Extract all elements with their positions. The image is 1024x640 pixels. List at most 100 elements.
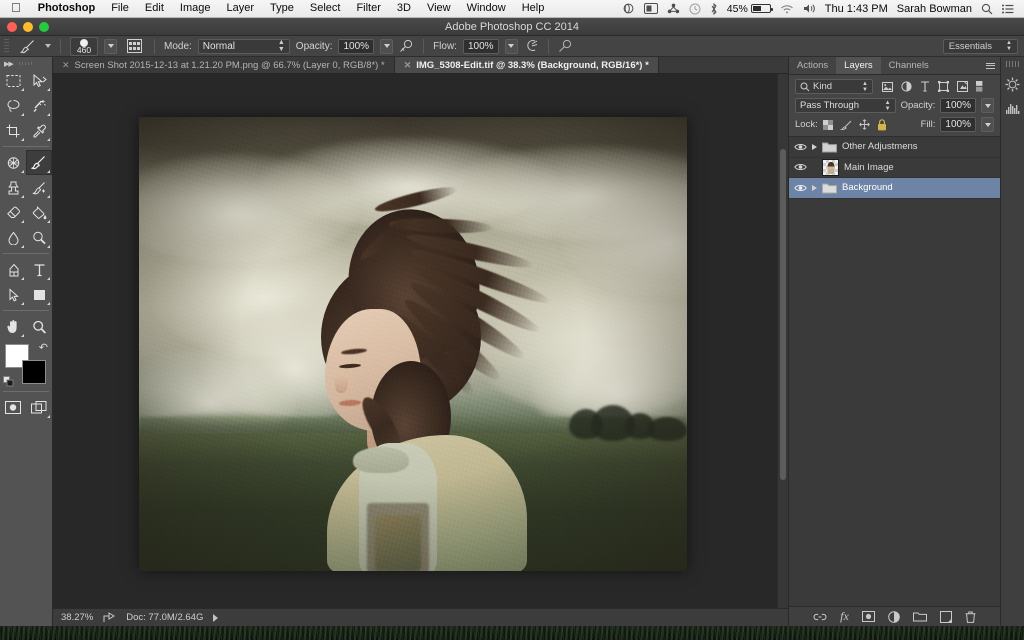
default-colors-icon[interactable] (3, 376, 14, 387)
document-tab-screenshot[interactable]: ✕ Screen Shot 2015-12-13 at 1.21.20 PM.p… (53, 57, 395, 73)
airbrush-icon[interactable] (524, 39, 539, 53)
magnifier-tool[interactable] (26, 314, 52, 339)
close-icon[interactable]: ✕ (404, 60, 412, 71)
menu-layer[interactable]: Layer (218, 0, 262, 17)
table-row[interactable]: Main Image (789, 158, 1000, 178)
magic-wand-tool[interactable] (26, 93, 52, 118)
display-icon[interactable] (643, 3, 658, 14)
add-layer-mask-icon[interactable] (861, 611, 875, 622)
marquee-tool[interactable] (0, 68, 26, 93)
spotlight-search-icon[interactable] (981, 3, 993, 15)
wifi-icon[interactable] (780, 4, 794, 14)
filter-toggle-icon[interactable] (976, 81, 983, 92)
history-brush-tool[interactable] (26, 175, 52, 200)
histogram-panel-icon[interactable] (1005, 102, 1020, 115)
swap-colors-icon[interactable]: ↶ (39, 341, 48, 354)
brush-tool[interactable] (26, 150, 52, 175)
document-canvas[interactable] (139, 117, 687, 571)
bluetooth-icon[interactable] (710, 2, 718, 15)
filter-type-layers-icon[interactable] (920, 81, 930, 92)
spot-healing-tool[interactable] (0, 150, 26, 175)
menu-image[interactable]: Image (172, 0, 219, 17)
volume-icon[interactable] (803, 3, 816, 14)
options-bar-grip[interactable] (4, 38, 9, 54)
brush-tool-preset-chevron-icon[interactable] (45, 44, 51, 48)
link-layers-icon[interactable] (813, 612, 827, 622)
menubar-username[interactable]: Sarah Bowman (897, 3, 972, 15)
minidock-grip[interactable] (1005, 61, 1020, 67)
hand-tool[interactable] (0, 314, 26, 339)
type-tool[interactable] (26, 257, 52, 282)
sync-icon[interactable] (667, 3, 680, 15)
zoom-level-value[interactable]: 38.27% (61, 612, 93, 623)
menu-select[interactable]: Select (302, 0, 349, 17)
dodge-tool[interactable] (26, 225, 52, 250)
pressure-controls-opacity-icon[interactable] (399, 39, 414, 53)
notification-center-icon[interactable] (1002, 4, 1014, 14)
brush-panel-icon[interactable] (123, 38, 145, 55)
minimize-button[interactable] (23, 22, 33, 32)
status-expand-arrow-icon[interactable] (213, 613, 219, 622)
new-group-icon[interactable] (912, 611, 927, 622)
filter-adjustment-layers-icon[interactable] (901, 81, 912, 92)
window-titlebar[interactable]: Adobe Photoshop CC 2014 (0, 18, 1024, 36)
tab-actions[interactable]: Actions (789, 57, 836, 74)
new-layer-icon[interactable] (939, 610, 952, 623)
menu-file[interactable]: File (103, 0, 137, 17)
blur-tool[interactable] (0, 225, 26, 250)
lock-transparent-pixels-icon[interactable] (822, 119, 833, 130)
tools-panel-grip[interactable]: ▶▶ (0, 59, 52, 68)
paint-bucket-tool[interactable] (26, 200, 52, 225)
menu-help[interactable]: Help (514, 0, 553, 17)
table-row[interactable]: Other Adjustmens (789, 137, 1000, 158)
menu-photoshop[interactable]: Photoshop (30, 0, 103, 17)
filter-pixel-layers-icon[interactable] (882, 81, 893, 92)
menu-view[interactable]: View (419, 0, 459, 17)
disclosure-triangle-icon[interactable] (812, 143, 817, 150)
battery-status[interactable]: 45% (727, 3, 773, 15)
pressure-controls-size-icon[interactable] (558, 39, 573, 53)
layer-visibility-icon[interactable] (793, 162, 807, 172)
lasso-tool[interactable] (0, 93, 26, 118)
layer-visibility-icon[interactable] (793, 142, 807, 152)
tab-channels[interactable]: Channels (881, 57, 937, 74)
share-icon[interactable] (103, 612, 116, 623)
layer-visibility-icon[interactable] (793, 183, 807, 193)
brush-preset-picker-button[interactable] (104, 38, 117, 54)
layer-opacity-input[interactable]: 100% (940, 98, 976, 113)
delete-layer-icon[interactable] (965, 611, 976, 623)
close-icon[interactable]: ✕ (62, 60, 70, 71)
workspace-switcher[interactable]: Essentials ▲ ▼ (942, 38, 1018, 54)
lock-image-pixels-icon[interactable] (839, 120, 852, 130)
opacity-input[interactable]: 100% (338, 38, 375, 54)
path-selection-tool[interactable] (0, 282, 26, 307)
document-tab-img5308[interactable]: ✕ IMG_5308-Edit.tif @ 38.3% (Background,… (394, 57, 659, 73)
layer-filter-kind-select[interactable]: Kind ▲ ▼ (795, 79, 873, 94)
layer-opacity-slider-button[interactable] (981, 98, 994, 113)
layer-blend-mode-select[interactable]: Pass Through ▲ ▼ (795, 98, 896, 113)
filter-smart-object-icon[interactable] (957, 81, 968, 92)
layer-thumbnail[interactable] (822, 158, 839, 176)
opacity-slider-button[interactable] (380, 38, 394, 54)
layer-fill-slider-button[interactable] (981, 117, 994, 132)
menu-window[interactable]: Window (459, 0, 514, 17)
tab-layers[interactable]: Layers (836, 57, 881, 74)
new-adjustment-layer-icon[interactable] (888, 610, 900, 623)
move-tool[interactable] (26, 68, 52, 93)
crop-tool[interactable] (0, 118, 26, 143)
eraser-tool[interactable] (0, 200, 26, 225)
brush-size-preview[interactable]: 460 (70, 36, 98, 56)
eyedropper-tool[interactable] (26, 118, 52, 143)
clone-stamp-tool[interactable] (0, 175, 26, 200)
dropbox-icon[interactable] (622, 3, 635, 14)
layer-style-fx-icon[interactable]: fx (840, 609, 849, 624)
canvas-vertical-scrollbar[interactable] (777, 74, 788, 608)
adjustments-panel-icon[interactable] (1005, 77, 1020, 92)
screen-mode-button[interactable] (26, 395, 52, 420)
pen-tool[interactable] (0, 257, 26, 282)
quick-mask-mode-button[interactable] (0, 395, 26, 420)
canvas-viewport[interactable] (53, 74, 788, 608)
menu-edit[interactable]: Edit (137, 0, 172, 17)
blend-mode-select[interactable]: Normal ▲ ▼ (197, 38, 290, 54)
filter-shape-layers-icon[interactable] (938, 81, 949, 92)
